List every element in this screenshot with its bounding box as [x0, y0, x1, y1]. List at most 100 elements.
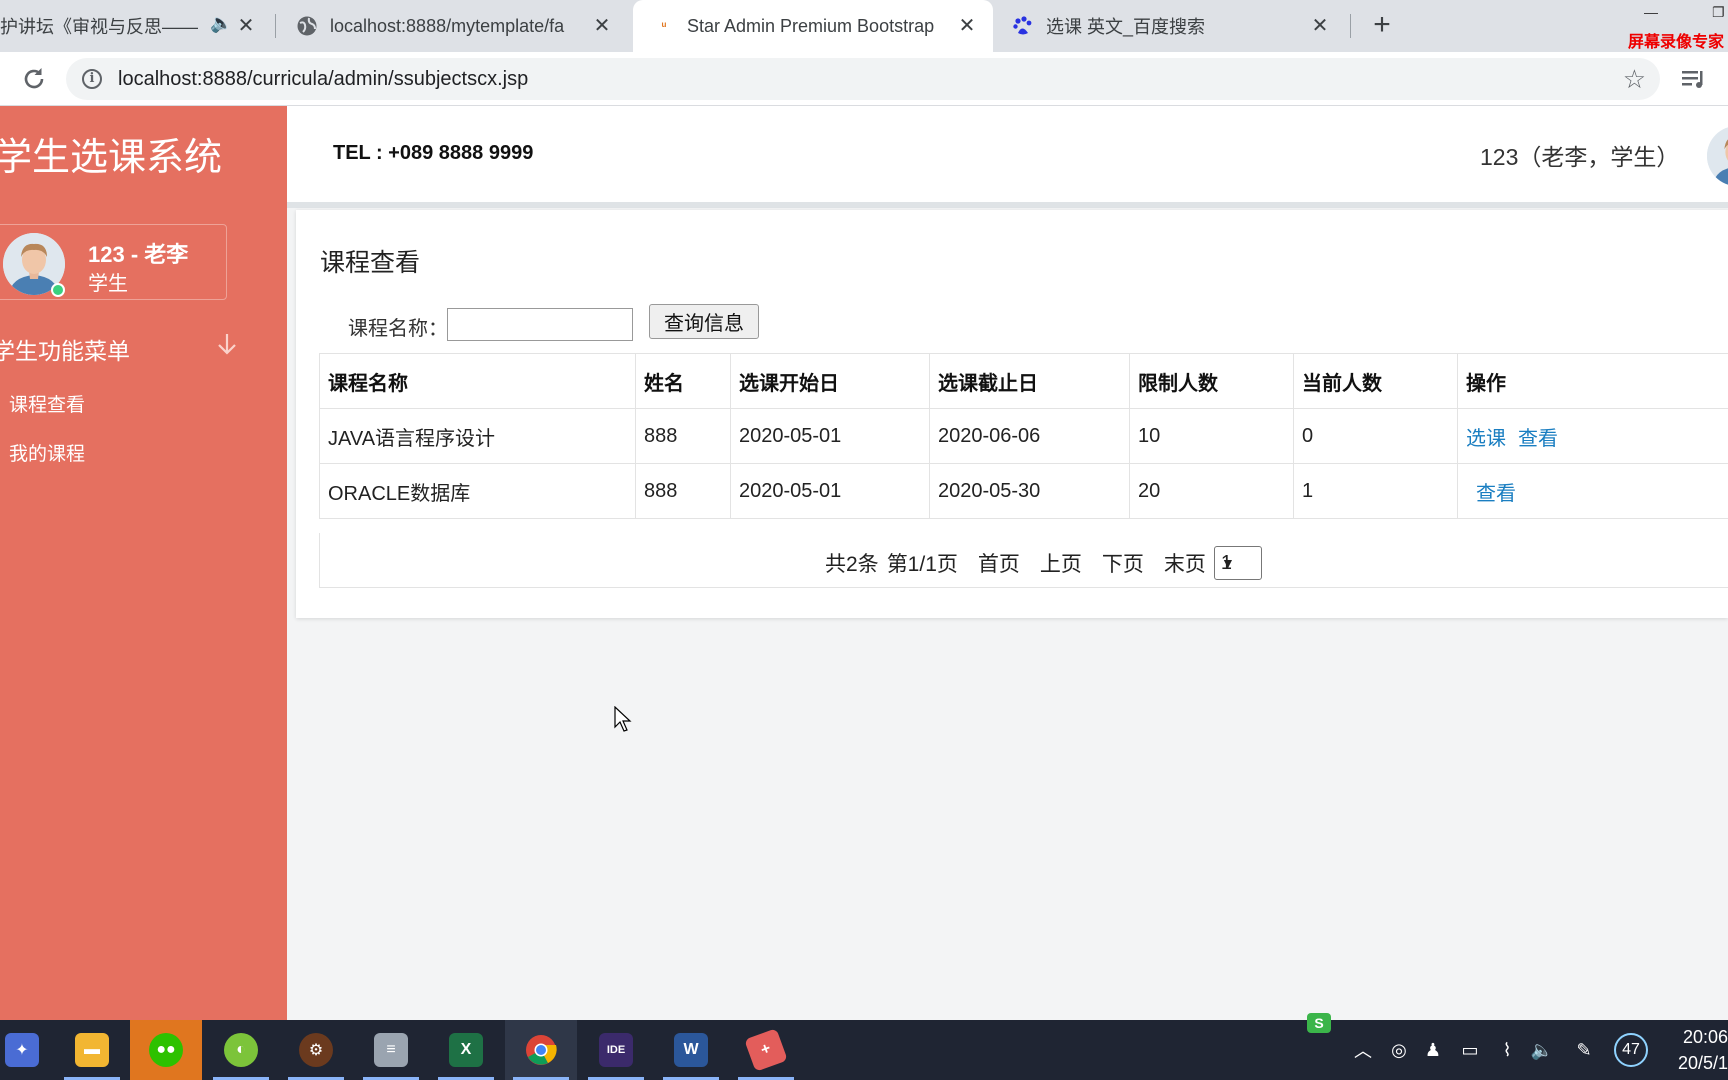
- notification-badge[interactable]: 47: [1612, 1020, 1650, 1080]
- top-header: TEL : +089 8888 9999 123（老李，学生）: [287, 106, 1728, 202]
- page-title: 课程查看: [320, 249, 421, 277]
- last-page-link[interactable]: 末页: [1164, 548, 1206, 578]
- tab-title: localhost:8888/mytemplate/fa: [330, 15, 565, 36]
- tab-title: 选课 英文_百度搜索: [1046, 17, 1206, 37]
- taskbar: ✦ ▬ ●● ◐ ⚙ ≡ X IDE W + S ︿ ◎ ♟ ▭ ⌇ 🔈 ✎ 4…: [0, 1013, 1728, 1080]
- taskbar-app-word[interactable]: W: [655, 1020, 727, 1080]
- close-icon[interactable]: ✕: [955, 14, 979, 38]
- cell-current: 1: [1293, 463, 1458, 519]
- header-divider: [287, 202, 1728, 208]
- view-course-link[interactable]: 查看: [1476, 483, 1516, 505]
- word-icon: W: [674, 1033, 708, 1067]
- globe-icon: [296, 15, 318, 37]
- profile-card[interactable]: 123 - 老李 学生: [0, 224, 227, 300]
- sidebar-item-my-courses[interactable]: 我的课程: [9, 439, 85, 466]
- url-text[interactable]: localhost:8888/curricula/admin/ssubjects…: [118, 68, 528, 91]
- browser-tab-lecture[interactable]: 护讲坛《审视与反思—— 🔈 ✕: [0, 0, 270, 52]
- taskbar-app-wechat[interactable]: ●●: [130, 1020, 202, 1080]
- cell-course-name: ORACLE数据库: [319, 463, 636, 519]
- wifi-icon[interactable]: ⌇: [1494, 1020, 1520, 1080]
- eraser-icon: +: [744, 1028, 788, 1072]
- course-view-card: 课程查看 课程名称： 查询信息 课程名称 姓名 选课开始日 选课截止日 限制人数…: [296, 210, 1728, 618]
- course-name-input[interactable]: [447, 308, 633, 341]
- qq-icon[interactable]: ♟: [1420, 1020, 1446, 1080]
- cell-actions: 查看: [1457, 463, 1728, 519]
- table-row: JAVA语言程序设计 888 2020-05-01 2020-06-06 10 …: [319, 408, 1728, 464]
- game-app-icon: ⚙: [299, 1033, 333, 1067]
- pen-icon[interactable]: ✎: [1570, 1020, 1598, 1080]
- close-icon[interactable]: ✕: [590, 14, 614, 38]
- current-user-label[interactable]: 123（老李，学生）: [1480, 138, 1679, 172]
- app-brand[interactable]: 学生选课系统: [0, 126, 222, 181]
- select-course-link[interactable]: 选课: [1466, 428, 1506, 450]
- media-queue-icon[interactable]: [1680, 66, 1706, 92]
- wechat-icon: ●●: [149, 1033, 183, 1067]
- site-info-icon[interactable]: i: [82, 69, 102, 89]
- close-icon[interactable]: ✕: [1308, 14, 1332, 38]
- total-count: 共2条: [825, 553, 879, 576]
- column-header-start-date: 选课开始日: [730, 353, 930, 409]
- minimize-icon[interactable]: —: [1644, 4, 1658, 20]
- query-button[interactable]: 查询信息: [649, 304, 759, 339]
- sidebar-item-course-view[interactable]: 课程查看: [9, 390, 85, 417]
- speaker-icon[interactable]: 🔈: [210, 13, 232, 34]
- battery-icon[interactable]: ▭: [1456, 1020, 1484, 1080]
- volume-icon[interactable]: 🔈: [1528, 1020, 1556, 1080]
- chrome-icon: [524, 1033, 558, 1067]
- column-header-actions: 操作: [1457, 353, 1728, 409]
- system-clock[interactable]: 20:06 20/5/1: [1664, 1024, 1728, 1076]
- sync-icon[interactable]: ◎: [1386, 1020, 1412, 1080]
- taskbar-app-feather[interactable]: ✦: [0, 1020, 58, 1080]
- first-page-link[interactable]: 首页: [978, 548, 1020, 578]
- prev-page-link[interactable]: 上页: [1040, 548, 1082, 578]
- baidu-paw-icon: [1012, 15, 1034, 37]
- restore-icon[interactable]: ❐: [1712, 4, 1725, 21]
- tab-separator: [275, 14, 276, 38]
- cell-actions: 选课 查看: [1457, 408, 1728, 464]
- browser-tab-baidu[interactable]: 选课 英文_百度搜索 ✕: [996, 0, 1346, 52]
- taskbar-app-chrome[interactable]: [505, 1020, 577, 1080]
- close-icon[interactable]: ✕: [234, 14, 258, 38]
- arrow-down-icon[interactable]: [214, 330, 240, 358]
- new-tab-button[interactable]: +: [1366, 10, 1398, 42]
- taskbar-app-java-ee[interactable]: IDE: [580, 1020, 652, 1080]
- mouse-cursor-icon: [614, 706, 632, 732]
- pagination: 共2条 第1/1页 首页 上页 下页 末页 1 ▼: [319, 533, 1728, 588]
- address-bar: i localhost:8888/curricula/admin/ssubjec…: [0, 52, 1728, 106]
- tab-separator: [1350, 14, 1351, 38]
- browser-tab-mytemplate[interactable]: localhost:8888/mytemplate/fa ✕: [282, 0, 628, 52]
- reload-icon[interactable]: [20, 65, 48, 93]
- cell-course-name: JAVA语言程序设计: [319, 408, 636, 464]
- tab-title: 护讲坛《审视与反思——: [0, 17, 198, 37]
- profile-role: 学生: [88, 273, 128, 295]
- cell-end-date: 2020-05-30: [929, 463, 1130, 519]
- taskbar-app-excel[interactable]: X: [430, 1020, 502, 1080]
- contact-phone: TEL : +089 8888 9999: [333, 142, 534, 164]
- menu-heading[interactable]: 学生功能菜单: [0, 332, 130, 366]
- taskbar-app-explorer[interactable]: ▬: [56, 1020, 128, 1080]
- taskbar-app-green[interactable]: ◐: [205, 1020, 277, 1080]
- taskbar-app-database[interactable]: ≡: [355, 1020, 427, 1080]
- browser-tab-bar: 护讲坛《审视与反思—— 🔈 ✕ localhost:8888/mytemplat…: [0, 0, 1728, 52]
- profile-name: 123 - 老李: [88, 242, 189, 267]
- taskbar-app-game[interactable]: ⚙: [280, 1020, 352, 1080]
- view-course-link[interactable]: 查看: [1518, 428, 1558, 450]
- excel-icon: X: [449, 1033, 483, 1067]
- url-omnibox[interactable]: i localhost:8888/curricula/admin/ssubjec…: [66, 58, 1660, 100]
- caret-down-icon: ▼: [1221, 555, 1235, 571]
- folder-icon: ▬: [75, 1033, 109, 1067]
- page-select[interactable]: 1 ▼: [1213, 546, 1262, 580]
- taskbar-app-eraser[interactable]: +: [730, 1020, 802, 1080]
- clock-time: 20:06: [1682, 1027, 1728, 1047]
- clock-date: 20/5/1: [1677, 1053, 1728, 1073]
- sogou-input-icon[interactable]: S: [1306, 1008, 1332, 1038]
- chevron-up-icon[interactable]: ︿: [1350, 1020, 1376, 1080]
- next-page-link[interactable]: 下页: [1102, 548, 1144, 578]
- green-app-icon: ◐: [224, 1033, 258, 1067]
- browser-tab-star-admin[interactable]: ᵘ Star Admin Premium Bootstrap ✕: [633, 0, 993, 52]
- bookmark-star-icon[interactable]: ☆: [1623, 64, 1646, 95]
- header-avatar[interactable]: [1707, 126, 1728, 186]
- star-admin-favicon-icon: ᵘ: [661, 19, 667, 33]
- cell-start-date: 2020-05-01: [730, 463, 930, 519]
- cell-limit: 20: [1129, 463, 1294, 519]
